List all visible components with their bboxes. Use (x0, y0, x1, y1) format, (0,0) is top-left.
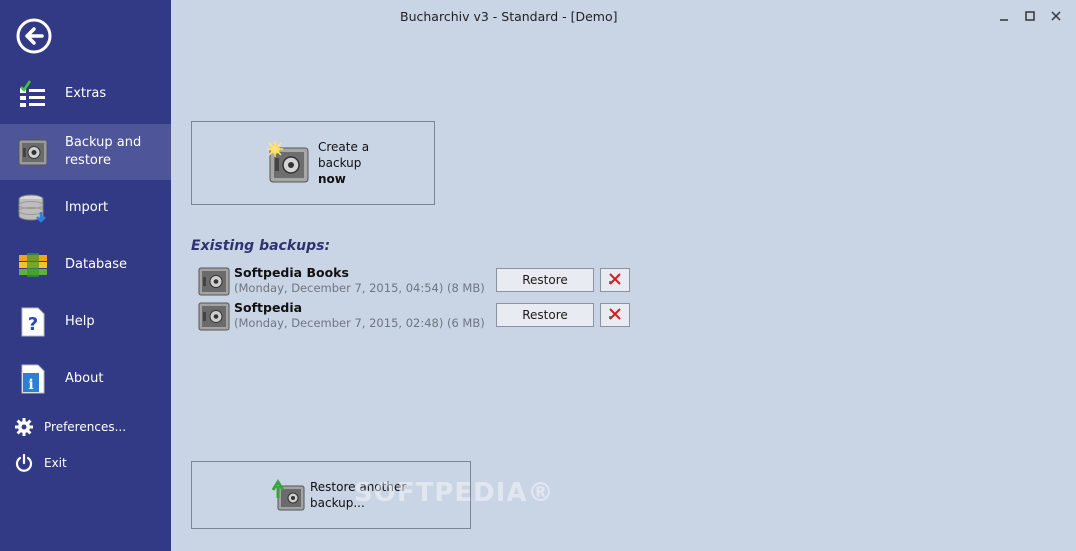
create-backup-label: Create a backup now (318, 139, 369, 187)
svg-text:i: i (28, 377, 33, 393)
vault-icon (198, 300, 230, 332)
create-backup-line3: now (318, 172, 346, 186)
close-icon[interactable] (1048, 8, 1064, 24)
vault-new-icon (266, 140, 312, 186)
sidebar-item-label: Import (65, 200, 109, 215)
backup-name: Softpedia Books (234, 265, 349, 280)
sidebar-item-label: Database (65, 257, 128, 272)
help-document-icon: ? (17, 306, 49, 338)
create-backup-button[interactable]: Create a backup now (191, 121, 435, 205)
vault-icon (17, 136, 49, 168)
backup-meta: (Monday, December 7, 2015, 04:54) (8 MB) (234, 281, 485, 295)
create-backup-line1: Create a (318, 140, 370, 154)
create-backup-line2: backup (318, 156, 362, 170)
back-arrow-icon[interactable] (16, 18, 52, 54)
minimize-icon[interactable] (996, 8, 1012, 24)
restore-button[interactable]: Restore (496, 268, 594, 292)
maximize-icon[interactable] (1022, 8, 1038, 24)
backup-name: Softpedia (234, 300, 303, 315)
sidebar: Extras Backup and restore Import Databas… (0, 0, 171, 551)
backup-meta: (Monday, December 7, 2015, 02:48) (6 MB) (234, 316, 485, 330)
sidebar-item-label: About (65, 371, 104, 386)
vault-restore-icon (271, 478, 306, 512)
list-item: Softpedia (Monday, December 7, 2015, 02:… (198, 300, 638, 334)
sidebar-item-extras[interactable]: Extras (0, 66, 171, 122)
info-document-icon: i (17, 363, 49, 395)
power-icon (14, 453, 34, 473)
list-item: Softpedia Books (Monday, December 7, 201… (198, 265, 638, 299)
delete-button[interactable] (600, 268, 630, 292)
sidebar-item-database[interactable]: Database (0, 237, 171, 293)
delete-button[interactable] (600, 303, 630, 327)
sidebar-item-about[interactable]: i About (0, 351, 171, 407)
delete-icon (608, 307, 622, 324)
database-icon (17, 249, 49, 281)
sidebar-item-label: Backup and restore (65, 135, 142, 168)
sidebar-item-help[interactable]: ? Help (0, 294, 171, 350)
sidebar-item-import[interactable]: Import (0, 180, 171, 236)
window-title: Bucharchiv v3 - Standard - [Demo] (400, 9, 618, 24)
gear-icon (14, 417, 34, 437)
sidebar-item-backup-restore[interactable]: Backup and restore (0, 124, 171, 180)
title-bar: Bucharchiv v3 - Standard - [Demo] (171, 0, 1076, 32)
exit-button[interactable]: Exit (14, 453, 67, 473)
preferences-button[interactable]: Preferences... (14, 417, 126, 437)
existing-backups-title: Existing backups: (191, 238, 331, 254)
watermark: SOFTPEDIA® (354, 478, 555, 508)
sidebar-item-label: Help (65, 314, 95, 329)
database-import-icon (17, 192, 49, 224)
exit-label: Exit (44, 456, 67, 470)
preferences-label: Preferences... (44, 420, 127, 434)
delete-icon (608, 272, 622, 289)
restore-button[interactable]: Restore (496, 303, 594, 327)
sidebar-item-label: Extras (65, 86, 107, 101)
checklist-icon (17, 78, 49, 110)
svg-text:?: ? (28, 314, 38, 335)
vault-icon (198, 265, 230, 297)
